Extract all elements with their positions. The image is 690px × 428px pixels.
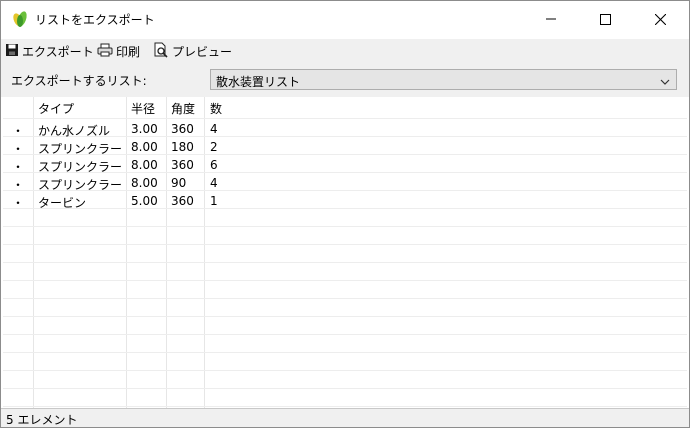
table-cell-count[interactable]: 1 <box>210 194 218 208</box>
table-cell-type[interactable]: かん水ノズル <box>38 122 110 139</box>
grid-row-divider <box>3 388 687 389</box>
element-count-status: 5 エレメント <box>6 413 78 427</box>
grid-column-divider <box>204 97 205 408</box>
selected-list-value: 散水装置リスト <box>216 75 301 89</box>
close-icon <box>654 13 666 25</box>
grid-column-divider <box>126 97 127 408</box>
grid-row-divider <box>3 370 687 371</box>
print-preview-icon <box>153 42 172 61</box>
toolbar: エクスポート 印刷 プレビュー <box>1 39 689 63</box>
export-button[interactable]: エクスポート <box>5 42 94 60</box>
column-header-radius[interactable]: 半径 <box>131 100 155 117</box>
table-cell-angle[interactable]: 90 <box>171 176 186 190</box>
list-selector-row: エクスポートするリスト: 散水装置リスト <box>1 63 689 97</box>
table-row-bullet: ・ <box>12 142 25 156</box>
table-row-bullet: ・ <box>12 178 25 192</box>
minimize-icon <box>546 14 556 24</box>
grid-row-divider <box>3 244 687 245</box>
table-cell-radius[interactable]: 3.00 <box>131 122 158 136</box>
table-cell-radius[interactable]: 8.00 <box>131 176 158 190</box>
title-bar[interactable]: リストをエクスポート <box>1 1 689 37</box>
table-cell-type[interactable]: スプリンクラー <box>38 158 122 175</box>
preview-button[interactable]: プレビュー <box>153 42 232 60</box>
table-cell-count[interactable]: 6 <box>210 158 218 172</box>
table-cell-angle[interactable]: 360 <box>171 194 194 208</box>
column-header-angle[interactable]: 角度 <box>171 100 195 117</box>
column-header-type[interactable]: タイプ <box>38 100 74 117</box>
table-cell-type[interactable]: タービン <box>38 194 86 211</box>
grid-column-divider <box>33 97 34 408</box>
grid-column-divider <box>166 97 167 408</box>
table-cell-count[interactable]: 2 <box>210 140 218 154</box>
printer-icon <box>97 43 116 60</box>
table-cell-count[interactable]: 4 <box>210 122 218 136</box>
maximize-icon <box>599 13 611 25</box>
export-label: エクスポート <box>22 44 94 59</box>
table-row-bullet: ・ <box>12 124 25 138</box>
grid-row-divider <box>3 316 687 317</box>
status-bar: 5 エレメント <box>1 408 689 427</box>
table-row-bullet: ・ <box>12 160 25 174</box>
window-title: リストをエクスポート <box>35 13 155 27</box>
table-row-bullet: ・ <box>12 196 25 210</box>
preview-label: プレビュー <box>172 44 233 59</box>
grid-row-divider <box>3 334 687 335</box>
export-data-grid[interactable]: タイプ 半径 角度 数 ・ かん水ノズル 3.00 360 4 ・ スプリンクラ… <box>3 97 687 408</box>
grid-row-divider <box>3 406 687 407</box>
table-cell-angle[interactable]: 360 <box>171 122 194 136</box>
list-select-dropdown[interactable]: 散水装置リスト <box>210 69 677 90</box>
table-cell-type[interactable]: スプリンクラー <box>38 176 122 193</box>
grid-row-divider <box>3 298 687 299</box>
grid-row-divider <box>3 226 687 227</box>
table-cell-count[interactable]: 4 <box>210 176 218 190</box>
print-button[interactable]: 印刷 <box>97 42 140 60</box>
chevron-down-icon <box>660 75 670 89</box>
close-button[interactable] <box>637 1 683 37</box>
table-cell-angle[interactable]: 180 <box>171 140 194 154</box>
grid-row-divider <box>3 280 687 281</box>
column-header-count[interactable]: 数 <box>210 100 222 117</box>
table-cell-angle[interactable]: 360 <box>171 158 194 172</box>
table-cell-type[interactable]: スプリンクラー <box>38 140 122 157</box>
grid-row-divider <box>3 352 687 353</box>
minimize-button[interactable] <box>528 1 574 37</box>
grid-row-divider <box>3 208 687 209</box>
export-list-window: リストをエクスポート エクスポート 印刷 プレビュー エクスポートするリスト: … <box>0 0 690 428</box>
print-label: 印刷 <box>116 44 141 59</box>
leaf-app-icon <box>11 10 29 28</box>
grid-row-divider <box>3 262 687 263</box>
maximize-button[interactable] <box>582 1 628 37</box>
save-icon <box>5 43 22 60</box>
table-cell-radius[interactable]: 5.00 <box>131 194 158 208</box>
grid-row-divider <box>3 118 687 119</box>
table-cell-radius[interactable]: 8.00 <box>131 158 158 172</box>
list-selector-label: エクスポートするリスト: <box>11 74 147 88</box>
table-cell-radius[interactable]: 8.00 <box>131 140 158 154</box>
